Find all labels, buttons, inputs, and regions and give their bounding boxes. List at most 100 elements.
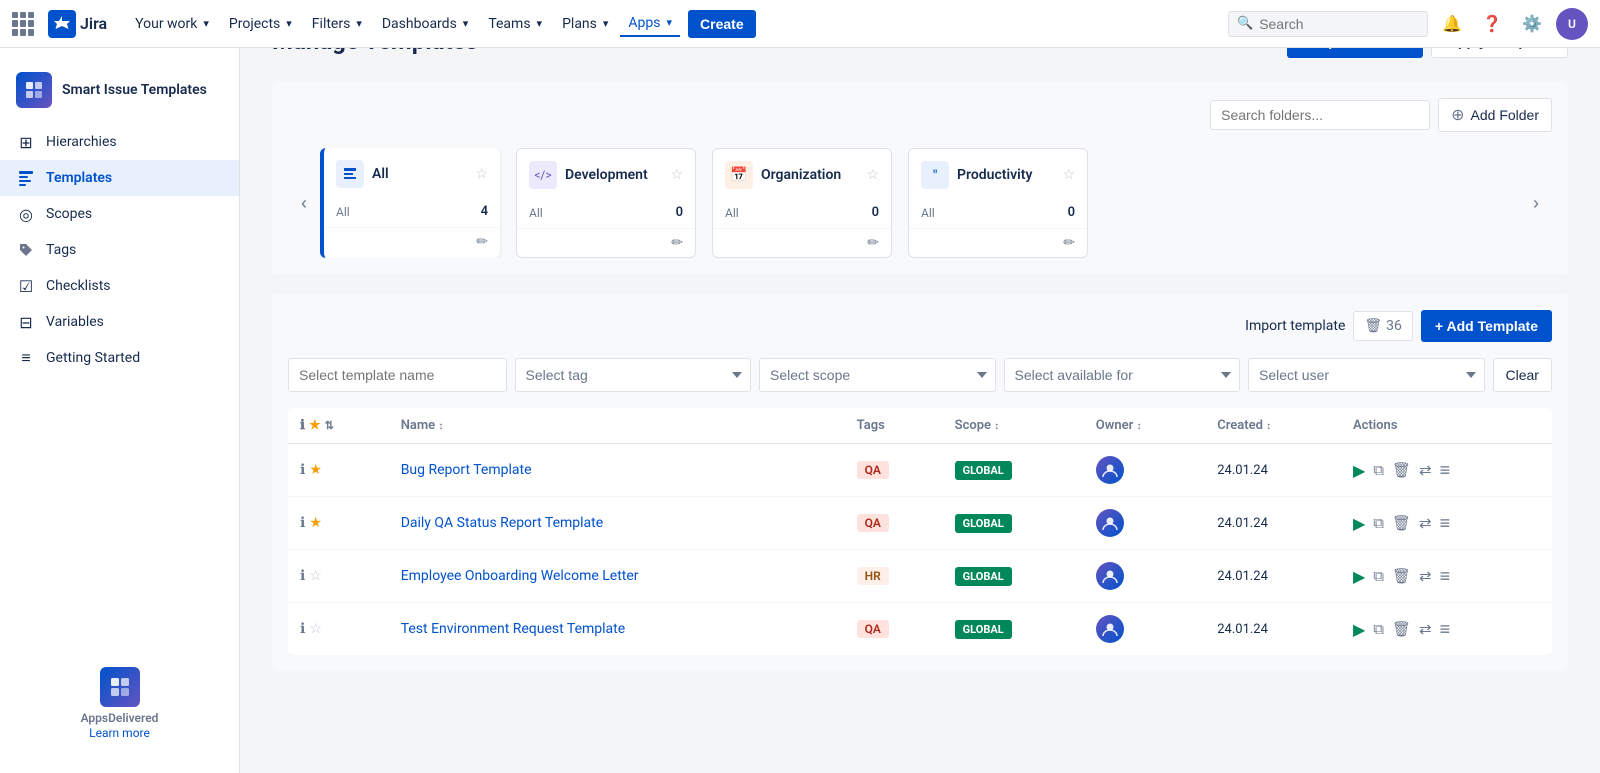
nav-projects[interactable]: Projects ▾ [221, 12, 300, 36]
nav-filters[interactable]: Filters ▾ [304, 12, 370, 36]
settings-icon[interactable]: ⚙️ [1516, 8, 1548, 40]
folder-dev-edit-icon[interactable]: ✏ [671, 235, 683, 251]
col-name-header[interactable]: Name ↕ [389, 408, 845, 444]
delete-action-icon[interactable]: 🗑 [1392, 567, 1411, 585]
filter-user-select[interactable]: Select user [1248, 358, 1485, 392]
filter-scope-select[interactable]: Select scope GLOBAL [759, 358, 996, 392]
table-row: ℹ ☆ Test Environment Request Template QA… [288, 603, 1552, 656]
row-tag-cell: QA [845, 497, 943, 550]
table-row: ℹ ★ Daily QA Status Report Template QA G… [288, 497, 1552, 550]
col-scope-header[interactable]: Scope ↕ [943, 408, 1084, 444]
sidebar-item-checklists[interactable]: ☑ Checklists [0, 268, 239, 304]
menu-action-icon[interactable]: ≡ [1440, 460, 1451, 481]
add-template-button[interactable]: + Add Template [1421, 310, 1552, 342]
chevron-down-icon: ▾ [203, 17, 209, 30]
nav-your-work[interactable]: Your work ▾ [127, 12, 217, 36]
nav-teams[interactable]: Teams ▾ [480, 12, 550, 36]
folder-card-organization[interactable]: 📅 Organization ☆ All 0 ✏ [712, 148, 892, 258]
row-tag-cell: QA [845, 603, 943, 656]
template-name-link[interactable]: Daily QA Status Report Template [401, 515, 603, 531]
delete-action-icon[interactable]: 🗑 [1392, 514, 1411, 532]
sidebar-item-templates[interactable]: Templates [0, 160, 239, 196]
chevron-down-icon: ▾ [286, 17, 292, 30]
sidebar-footer: AppsDelivered Learn more [0, 651, 239, 757]
jira-logo[interactable]: Jira [48, 10, 107, 38]
share-action-icon[interactable]: ⇄ [1419, 567, 1432, 585]
menu-action-icon[interactable]: ≡ [1440, 619, 1451, 640]
folder-all-edit-icon[interactable]: ✏ [476, 234, 488, 250]
share-action-icon[interactable]: ⇄ [1419, 514, 1432, 532]
folder-org-edit-icon[interactable]: ✏ [867, 235, 879, 251]
share-action-icon[interactable]: ⇄ [1419, 620, 1432, 638]
sidebar-item-getting-started[interactable]: ≡ Getting Started [0, 340, 239, 376]
notifications-icon[interactable]: 🔔 [1436, 8, 1468, 40]
run-action-icon[interactable]: ▶ [1353, 461, 1365, 480]
delete-badge: 🗑 36 [1353, 311, 1413, 341]
carousel-next-button[interactable]: › [1520, 187, 1552, 219]
copy-action-icon[interactable]: ⧉ [1373, 620, 1384, 638]
folder-card-all[interactable]: All ☆ All 4 ✏ [320, 148, 500, 258]
search-box[interactable]: 🔍 [1228, 11, 1428, 37]
nav-dashboards[interactable]: Dashboards ▾ [374, 12, 476, 36]
sidebar-item-tags[interactable]: Tags [0, 232, 239, 268]
clear-filters-button[interactable]: Clear [1493, 358, 1552, 392]
info-icon[interactable]: ℹ [300, 568, 305, 584]
template-name-link[interactable]: Test Environment Request Template [401, 621, 625, 637]
template-name-link[interactable]: Employee Onboarding Welcome Letter [401, 568, 639, 584]
copy-action-icon[interactable]: ⧉ [1373, 461, 1384, 479]
nav-apps[interactable]: Apps ▾ [620, 11, 680, 37]
info-icon[interactable]: ℹ [300, 621, 305, 637]
menu-action-icon[interactable]: ≡ [1440, 513, 1451, 534]
col-actions-header: Actions [1341, 408, 1552, 444]
filter-tag-select[interactable]: Select tag QA HR [515, 358, 752, 392]
sidebar-item-scopes[interactable]: ◎ Scopes [0, 196, 239, 232]
help-icon[interactable]: ❓ [1476, 8, 1508, 40]
info-icon[interactable]: ℹ [300, 515, 305, 531]
search-input[interactable] [1259, 16, 1419, 32]
apps-grid-icon[interactable] [12, 12, 36, 36]
star-icon[interactable]: ★ [309, 462, 322, 478]
create-button[interactable]: Create [688, 10, 756, 38]
folder-dev-star-icon[interactable]: ☆ [670, 167, 683, 183]
col-created-header[interactable]: Created ↕ [1205, 408, 1341, 444]
star-icon[interactable]: ☆ [309, 621, 322, 637]
folder-all-star-icon[interactable]: ☆ [475, 166, 488, 182]
copy-action-icon[interactable]: ⧉ [1373, 567, 1384, 585]
folder-org-star-icon[interactable]: ☆ [866, 167, 879, 183]
import-template-link[interactable]: Import template [1245, 318, 1345, 334]
folder-dev-label: All [529, 206, 543, 220]
template-name-link[interactable]: Bug Report Template [401, 462, 532, 478]
share-action-icon[interactable]: ⇄ [1419, 461, 1432, 479]
sidebar-item-variables[interactable]: ⊟ Variables [0, 304, 239, 340]
copy-action-icon[interactable]: ⧉ [1373, 514, 1384, 532]
folder-prod-star-icon[interactable]: ☆ [1062, 167, 1075, 183]
folder-prod-edit-icon[interactable]: ✏ [1063, 235, 1075, 251]
add-folder-button[interactable]: ⊕ Add Folder [1438, 98, 1552, 132]
owner-avatar [1096, 562, 1124, 590]
nav-plans[interactable]: Plans ▾ [554, 12, 616, 36]
filter-available-select[interactable]: Select available for [1004, 358, 1241, 392]
tag-badge: QA [857, 461, 889, 479]
filter-template-name-input[interactable] [288, 358, 507, 392]
run-action-icon[interactable]: ▶ [1353, 567, 1365, 586]
star-icon[interactable]: ★ [309, 515, 322, 531]
menu-action-icon[interactable]: ≡ [1440, 566, 1451, 587]
run-action-icon[interactable]: ▶ [1353, 514, 1365, 533]
variables-icon: ⊟ [16, 312, 36, 332]
sidebar-item-hierarchies[interactable]: ⊞ Hierarchies [0, 124, 239, 160]
info-icon[interactable]: ℹ [300, 462, 305, 478]
user-avatar[interactable]: U [1556, 8, 1588, 40]
row-icons-cell: ℹ ★ [288, 444, 389, 497]
folder-card-development[interactable]: </> Development ☆ All 0 ✏ [516, 148, 696, 258]
folders-carousel: ‹ All ☆ All 4 ✏ [288, 148, 1552, 258]
run-action-icon[interactable]: ▶ [1353, 620, 1365, 639]
learn-more-link[interactable]: Learn more [89, 726, 150, 740]
folder-dev-count: 0 [676, 205, 683, 220]
delete-action-icon[interactable]: 🗑 [1392, 461, 1411, 479]
folder-card-productivity[interactable]: " Productivity ☆ All 0 ✏ [908, 148, 1088, 258]
col-owner-header[interactable]: Owner ↕ [1084, 408, 1205, 444]
delete-action-icon[interactable]: 🗑 [1392, 620, 1411, 638]
carousel-prev-button[interactable]: ‹ [288, 187, 320, 219]
star-icon[interactable]: ☆ [309, 568, 322, 584]
search-folders-input[interactable] [1210, 100, 1430, 130]
